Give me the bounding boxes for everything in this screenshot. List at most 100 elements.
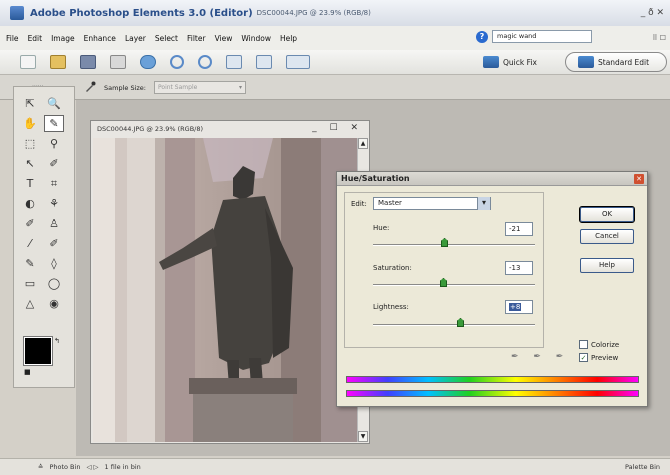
menu-layer[interactable]: Layer xyxy=(125,34,146,43)
hand-tool-icon[interactable]: ✋ xyxy=(20,115,40,132)
file-count: 1 file in bin xyxy=(104,463,141,471)
ok-button[interactable]: OK xyxy=(579,206,635,223)
help-icon[interactable]: ? xyxy=(476,30,488,43)
date-view-icon[interactable] xyxy=(286,55,310,69)
selection-brush-tool-icon[interactable]: ✐ xyxy=(44,155,64,172)
photo-browser-icon[interactable] xyxy=(256,55,272,69)
eyedropper-tool-icon[interactable]: ✎ xyxy=(44,115,64,132)
close-icon[interactable]: ✕ xyxy=(634,174,644,184)
move-tool-icon[interactable]: ⇱ xyxy=(20,95,40,112)
saturation-label: Saturation: xyxy=(373,264,412,272)
foreground-color-swatch[interactable] xyxy=(23,336,53,366)
photo-bin-label: Photo Bin xyxy=(49,463,81,471)
dialog-title: Hue/Saturation xyxy=(341,174,410,183)
cookie-cutter-tool-icon[interactable]: ⚘ xyxy=(44,195,64,212)
options-bar: ...... Sample Size: Point Sample xyxy=(0,74,670,100)
standard-edit-label: Standard Edit xyxy=(598,57,650,67)
default-colors-icon[interactable]: ■ xyxy=(24,368,31,376)
help-search: ? magic wand xyxy=(476,30,592,43)
online-services-icon[interactable] xyxy=(140,55,156,69)
palette-bin-toggle[interactable]: Palette Bin xyxy=(625,463,660,471)
photo-bin-arrow-icon: ≙ xyxy=(38,463,44,471)
create-icon[interactable] xyxy=(226,55,242,69)
sponge-tool-icon[interactable]: ◉ xyxy=(44,295,64,312)
brush-tool-icon[interactable]: ✎ xyxy=(20,255,40,272)
clone-stamp-tool-icon[interactable]: ♙ xyxy=(44,215,64,232)
blur-tool-icon[interactable]: △ xyxy=(20,295,40,312)
lightness-input[interactable]: +8 xyxy=(505,300,533,314)
eraser-tool-icon[interactable]: ✐ xyxy=(44,235,64,252)
pencil-tool-icon[interactable]: ⁄ xyxy=(20,235,40,252)
bin-nav-icons[interactable]: ◁ ▷ xyxy=(86,463,98,471)
sample-size-label: Sample Size: xyxy=(104,84,146,92)
menu-edit[interactable]: Edit xyxy=(28,34,43,43)
palette-options-icon[interactable]: ⠿ ☐ xyxy=(652,34,666,42)
app-icon xyxy=(10,6,24,20)
paint-bucket-tool-icon[interactable]: ◊ xyxy=(44,255,64,272)
colorize-label: Colorize xyxy=(591,340,620,349)
input-spectrum-bar xyxy=(346,376,639,383)
print-icon[interactable] xyxy=(110,55,126,69)
lightness-value: +8 xyxy=(509,303,522,311)
hue-input[interactable]: -21 xyxy=(505,222,533,236)
saturation-slider-track[interactable] xyxy=(373,284,535,286)
preview-box[interactable]: ✓ xyxy=(579,353,588,362)
red-eye-tool-icon[interactable]: ◐ xyxy=(20,195,40,212)
help-search-input[interactable]: magic wand xyxy=(492,30,592,43)
menu-view[interactable]: View xyxy=(215,34,233,43)
preview-checkbox[interactable]: ✓ Preview xyxy=(579,353,618,362)
lasso-tool-icon[interactable]: ⚲ xyxy=(44,135,64,152)
redo-icon[interactable] xyxy=(198,55,212,69)
spot-healing-tool-icon[interactable]: ✐ xyxy=(20,215,40,232)
undo-icon[interactable] xyxy=(170,55,184,69)
output-spectrum-bar xyxy=(346,390,639,397)
shape-tool-icon[interactable]: ◯ xyxy=(44,275,64,292)
colorize-checkbox[interactable]: Colorize xyxy=(579,340,619,349)
sample-size-select[interactable]: Point Sample xyxy=(154,81,246,94)
open-folder-icon[interactable] xyxy=(50,55,66,69)
crop-tool-icon[interactable]: ⌗ xyxy=(44,175,64,192)
hue-slider-track[interactable] xyxy=(373,244,535,246)
swap-colors-icon[interactable]: ↰ xyxy=(54,337,60,345)
marquee-tool-icon[interactable]: ⬚ xyxy=(20,135,40,152)
type-tool-icon[interactable]: T xyxy=(20,175,40,192)
standard-edit-icon xyxy=(578,56,594,68)
hue-saturation-dialog: Hue/Saturation ✕ Edit: Master Hue: -21 S… xyxy=(336,171,648,407)
help-button[interactable]: Help xyxy=(580,258,634,273)
app-title: Adobe Photoshop Elements 3.0 (Editor) xyxy=(30,7,253,19)
window-controls[interactable]: _ ð ✕ xyxy=(641,8,664,18)
title-bar: Adobe Photoshop Elements 3.0 (Editor) DS… xyxy=(0,0,670,26)
scroll-down-icon[interactable]: ▼ xyxy=(358,431,368,442)
toolbox: ⇱ 🔍 ✋ ✎ ⬚ ⚲ ↖ ✐ T ⌗ ◐ ⚘ ✐ ♙ ⁄ ✐ ✎ ◊ ▭ ◯ … xyxy=(13,86,75,388)
standard-edit-button[interactable]: Standard Edit xyxy=(565,52,667,72)
edit-channel-select[interactable]: Master xyxy=(373,197,491,210)
lightness-label: Lightness: xyxy=(373,303,409,311)
tool-grid: ⇱ 🔍 ✋ ✎ ⬚ ⚲ ↖ ✐ T ⌗ ◐ ⚘ ✐ ♙ ⁄ ✐ ✎ ◊ ▭ ◯ … xyxy=(20,95,64,312)
new-file-icon[interactable] xyxy=(20,55,36,69)
quick-fix-icon xyxy=(483,56,499,68)
menu-select[interactable]: Select xyxy=(155,34,178,43)
scroll-up-icon[interactable]: ▲ xyxy=(358,138,368,149)
menu-enhance[interactable]: Enhance xyxy=(84,34,116,43)
saturation-input[interactable]: -13 xyxy=(505,261,533,275)
zoom-tool-icon[interactable]: 🔍 xyxy=(44,95,64,112)
save-icon[interactable] xyxy=(80,55,96,69)
magic-wand-tool-icon[interactable]: ↖ xyxy=(20,155,40,172)
menu-filter[interactable]: Filter xyxy=(187,34,206,43)
document-window-controls[interactable]: _ ☐ ✕ xyxy=(312,123,363,133)
photo-bin-toggle[interactable]: ≙ Photo Bin ◁ ▷ 1 file in bin xyxy=(38,463,141,471)
cancel-button[interactable]: Cancel xyxy=(580,229,634,244)
menu-window[interactable]: Window xyxy=(241,34,271,43)
menu-file[interactable]: File xyxy=(6,34,19,43)
colorize-box[interactable] xyxy=(579,340,588,349)
menu-help[interactable]: Help xyxy=(280,34,297,43)
eyedropper-icons[interactable]: ✒ ✒ ✒ xyxy=(511,352,569,362)
edit-label: Edit: xyxy=(351,200,367,208)
eyedropper-tool-icon xyxy=(86,81,96,92)
lightness-slider-track[interactable] xyxy=(373,324,535,326)
statue-photo[interactable] xyxy=(93,138,358,442)
menu-image[interactable]: Image xyxy=(51,34,75,43)
document-window-title: DSC00044.JPG @ 23.9% (RGB/8) xyxy=(97,125,204,133)
quick-fix-button[interactable]: Quick Fix xyxy=(483,53,555,71)
gradient-tool-icon[interactable]: ▭ xyxy=(20,275,40,292)
